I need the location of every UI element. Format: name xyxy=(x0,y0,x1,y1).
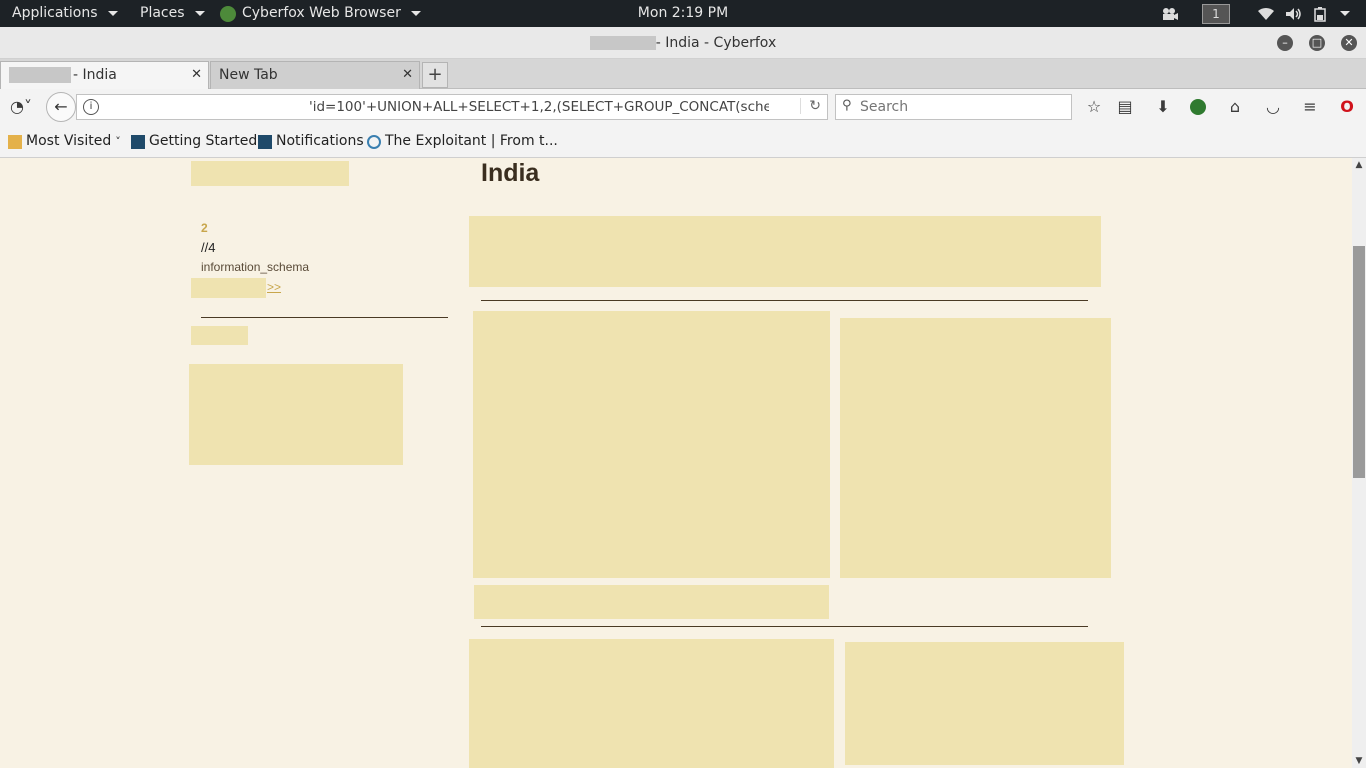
tab-india[interactable]: - India ✕ xyxy=(0,61,209,89)
divider xyxy=(201,317,448,318)
close-button[interactable]: ✕ xyxy=(1341,35,1357,51)
chevron-down-icon xyxy=(1340,11,1350,16)
workspace-number: 1 xyxy=(1202,3,1230,24)
new-tab-button[interactable]: + xyxy=(422,62,448,88)
divider xyxy=(481,300,1088,301)
wifi-icon[interactable] xyxy=(1257,0,1275,27)
redacted-block xyxy=(191,278,266,298)
menu-icon[interactable]: ≡ xyxy=(1299,96,1321,118)
redacted-block xyxy=(469,639,834,768)
navigation-toolbar: ◔˅ i 'id=100'+UNION+ALL+SELECT+1,2,(SELE… xyxy=(0,89,1366,125)
redacted-block xyxy=(9,67,71,83)
tab-label: - India xyxy=(73,67,117,83)
bookmarks-toolbar: Most Visited ˅ Getting Started Notificat… xyxy=(0,125,1366,158)
bookmark-label: Getting Started xyxy=(149,133,258,149)
battery-icon[interactable] xyxy=(1313,0,1327,27)
redacted-block xyxy=(845,642,1124,765)
search-bar[interactable]: ⚲ xyxy=(835,94,1072,120)
redacted-block xyxy=(469,216,1101,287)
cyberfox-icon xyxy=(131,134,145,149)
back-button[interactable]: ← xyxy=(46,92,76,122)
extension-icon[interactable] xyxy=(1187,96,1209,118)
page-content: 2 //4 information_schema >> India xyxy=(0,158,1352,768)
video-icon[interactable] xyxy=(1161,0,1179,27)
folder-icon xyxy=(8,134,22,149)
bookmark-notifications[interactable]: Notifications xyxy=(258,125,364,158)
bookmark-most-visited[interactable]: Most Visited ˅ xyxy=(8,125,121,158)
chevron-down-icon xyxy=(194,11,205,16)
maximize-button[interactable]: □ xyxy=(1309,35,1325,51)
bookmark-getting-started[interactable]: Getting Started xyxy=(131,125,257,158)
search-input[interactable] xyxy=(860,95,1060,119)
applications-label: Applications xyxy=(12,5,98,21)
home-icon[interactable]: ⌂ xyxy=(1224,96,1246,118)
url-bar[interactable]: i 'id=100'+UNION+ALL+SELECT+1,2,(SELECT+… xyxy=(76,94,828,120)
pocket-icon[interactable]: ◡ xyxy=(1262,96,1284,118)
applications-menu[interactable]: Applications xyxy=(12,0,118,27)
download-icon[interactable]: ⬇ xyxy=(1152,96,1174,118)
redacted-block xyxy=(191,326,248,345)
more-link[interactable]: >> xyxy=(267,280,281,294)
reading-list-icon[interactable]: ▤ xyxy=(1114,96,1136,118)
places-label: Places xyxy=(140,5,185,21)
url-text[interactable]: 'id=100'+UNION+ALL+SELECT+1,2,(SELECT+GR… xyxy=(309,95,769,119)
scroll-up-icon[interactable]: ▲ xyxy=(1352,160,1366,170)
bookmark-star-icon[interactable]: ☆ xyxy=(1083,96,1105,118)
page-title: India xyxy=(481,159,540,187)
clock-text: Mon 2:19 PM xyxy=(637,5,729,21)
workspace-indicator[interactable]: 1 xyxy=(1202,0,1230,27)
redacted-block xyxy=(589,36,656,50)
tab-label: New Tab xyxy=(219,67,278,83)
info-icon[interactable]: i xyxy=(83,99,99,115)
redacted-block xyxy=(189,364,403,465)
wordpress-icon xyxy=(367,134,381,149)
close-tab-icon[interactable]: ✕ xyxy=(402,62,413,88)
app-menu-label: Cyberfox Web Browser xyxy=(242,5,401,21)
window-title: - India - Cyberfox xyxy=(0,27,1366,59)
result-line: //4 xyxy=(201,240,216,255)
opera-icon[interactable]: O xyxy=(1336,96,1358,118)
bookmark-label: The Exploitant | From t... xyxy=(385,133,558,149)
app-menu[interactable]: Cyberfox Web Browser xyxy=(220,0,421,27)
bookmark-label: Notifications xyxy=(276,133,364,149)
close-tab-icon[interactable]: ✕ xyxy=(191,62,202,88)
scroll-down-icon[interactable]: ▼ xyxy=(1352,756,1366,766)
chevron-down-icon xyxy=(107,11,118,16)
redacted-block xyxy=(473,311,830,578)
redacted-block xyxy=(191,161,349,186)
search-icon: ⚲ xyxy=(842,98,852,113)
divider xyxy=(481,626,1088,627)
cyberfox-icon xyxy=(220,5,236,22)
window-title-bar: - India - Cyberfox – □ ✕ xyxy=(0,27,1366,59)
page-scrollbar[interactable]: ▲ ▼ xyxy=(1352,158,1366,768)
tab-new-tab[interactable]: New Tab ✕ xyxy=(210,61,420,89)
schema-name: information_schema xyxy=(201,260,310,274)
tab-strip: - India ✕ New Tab ✕ + xyxy=(0,59,1366,89)
reload-icon[interactable]: ↻ xyxy=(800,98,821,114)
bookmark-label: Most Visited xyxy=(26,133,112,149)
cyberfox-icon xyxy=(258,134,272,149)
window-title-text: - India - Cyberfox xyxy=(655,35,777,51)
volume-icon[interactable] xyxy=(1285,0,1303,27)
chevron-down-icon: ˅ xyxy=(115,135,121,148)
system-top-bar: Applications Places Cyberfox Web Browser… xyxy=(0,0,1366,27)
redacted-block xyxy=(840,318,1111,578)
minimize-button[interactable]: – xyxy=(1277,35,1293,51)
bookmark-exploitant[interactable]: The Exploitant | From t... xyxy=(367,125,558,158)
places-menu[interactable]: Places xyxy=(140,0,205,27)
history-icon[interactable]: ◔˅ xyxy=(6,96,36,118)
system-menu-button[interactable] xyxy=(1336,0,1350,27)
scrollbar-thumb[interactable] xyxy=(1353,246,1365,478)
result-number: 2 xyxy=(201,221,208,235)
redacted-block xyxy=(474,585,829,619)
chevron-down-icon xyxy=(410,11,421,16)
